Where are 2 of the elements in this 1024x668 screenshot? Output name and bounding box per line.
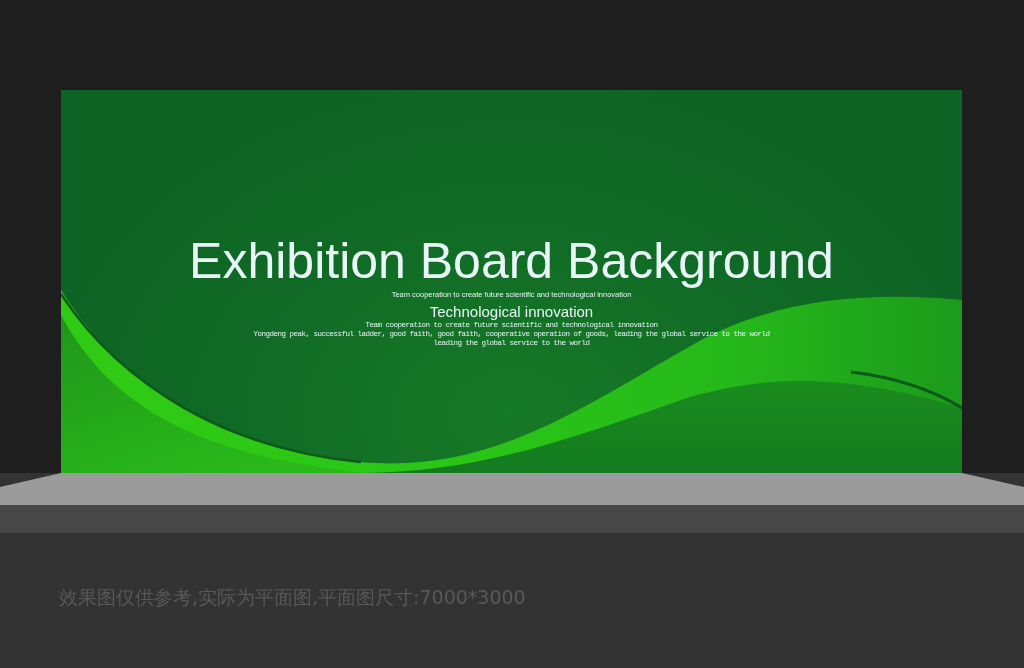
board-title: Exhibition Board Background [189, 233, 834, 289]
board-subtitle: Technological innovation [429, 303, 594, 321]
